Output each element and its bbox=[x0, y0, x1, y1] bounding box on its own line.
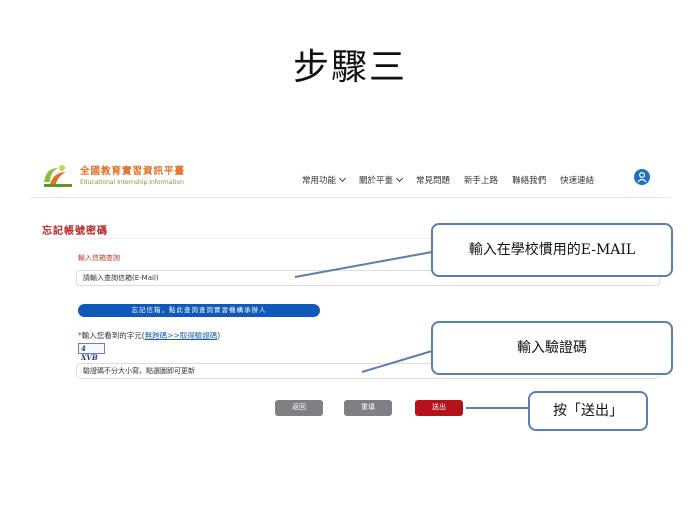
captcha-callout-pointer bbox=[361, 350, 433, 373]
email-callout: 輸入在學校慣用的E-MAIL bbox=[431, 223, 673, 277]
submit-callout: 按「送出」 bbox=[528, 391, 648, 431]
email-callout-pointer bbox=[294, 251, 433, 278]
captcha-callout: 輸入驗證碼 bbox=[431, 321, 673, 375]
